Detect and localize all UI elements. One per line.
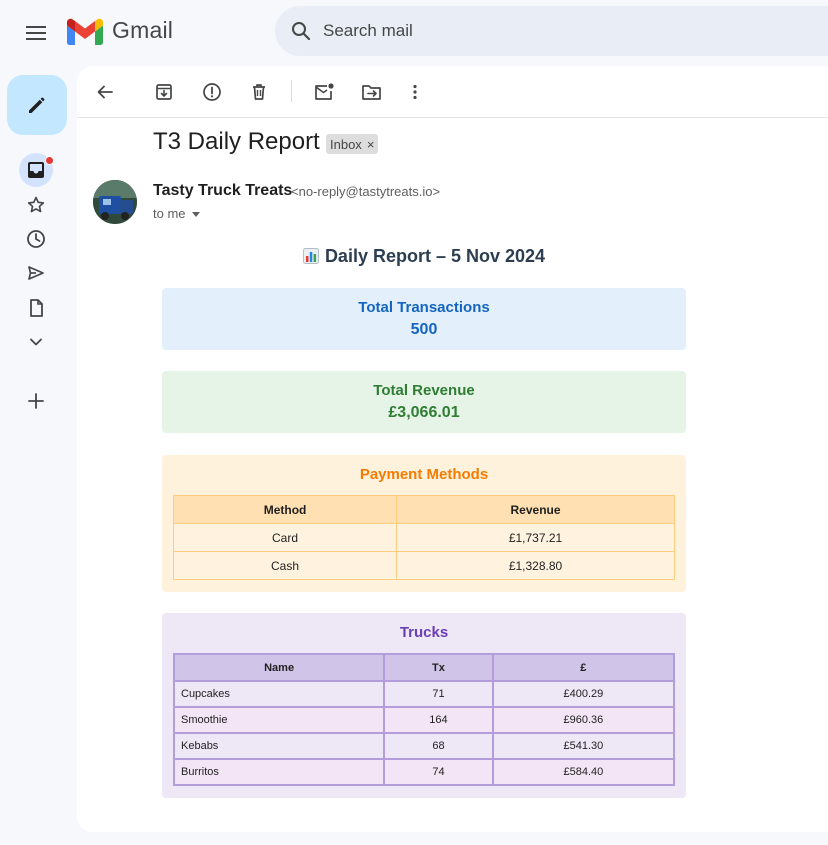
truck-revenue-cell: £960.36 xyxy=(491,706,676,734)
table-header: Revenue xyxy=(396,495,675,524)
truck-revenue-cell: £584.40 xyxy=(491,758,676,786)
total-revenue-label: Total Revenue xyxy=(373,382,475,399)
more-options-button[interactable] xyxy=(403,80,427,104)
inbox-label-chip[interactable]: Inbox × xyxy=(326,134,379,154)
email-subject: T3 Daily Report xyxy=(153,128,320,155)
email-toolbar xyxy=(77,66,828,118)
chevron-down-icon xyxy=(30,338,42,346)
unread-dot-badge xyxy=(45,156,54,165)
report-spam-button[interactable] xyxy=(200,80,224,104)
sender-email: <no-reply@tastytreats.io> xyxy=(291,184,441,199)
truck-name-cell: Burritos xyxy=(172,758,386,786)
trucks-title: Trucks xyxy=(399,624,449,641)
back-button[interactable] xyxy=(93,80,117,104)
table-row: Smoothie 164 £960.36 xyxy=(172,706,676,734)
draft-file-icon xyxy=(30,299,43,317)
compose-button[interactable] xyxy=(7,75,67,135)
truck-name-cell: Kebabs xyxy=(172,732,386,760)
payment-revenue-cell: £1,737.21 xyxy=(396,523,675,552)
plus-icon xyxy=(28,393,44,409)
trash-icon xyxy=(253,84,265,100)
truck-tx-cell: 71 xyxy=(383,680,494,708)
total-transactions-value: 500 xyxy=(410,321,438,338)
total-revenue-value: £3,066.01 xyxy=(388,404,460,421)
total-revenue-card: Total Revenue £3,066.01 xyxy=(162,371,686,433)
payment-methods-section: Payment Methods Method Revenue Card £1,7… xyxy=(162,455,686,592)
caret-down-icon xyxy=(191,212,200,218)
clock-icon xyxy=(27,230,45,248)
truck-tx-cell: 68 xyxy=(383,732,494,760)
report-title-text: Daily Report – 5 Nov 2024 xyxy=(324,246,546,266)
send-icon xyxy=(28,266,44,280)
truck-revenue-cell: £541.30 xyxy=(491,732,676,760)
recipient-text: to me xyxy=(153,206,186,221)
move-folder-icon xyxy=(362,85,381,100)
truck-tx-cell: 74 xyxy=(383,758,494,786)
arrow-back-icon xyxy=(97,85,113,99)
star-icon xyxy=(27,196,45,213)
table-header: £ xyxy=(491,653,676,682)
total-transactions-card: Total Transactions 500 xyxy=(162,288,686,350)
pencil-icon xyxy=(29,97,45,113)
create-label-button[interactable] xyxy=(24,389,48,413)
more-vert-icon xyxy=(413,84,417,100)
table-row: Cash £1,328.80 xyxy=(172,551,675,580)
move-to-button[interactable] xyxy=(360,80,384,104)
remove-label-icon[interactable]: × xyxy=(367,137,375,152)
search-bar[interactable] xyxy=(275,6,828,56)
label-chip-text: Inbox xyxy=(330,136,362,152)
archive-icon xyxy=(156,84,172,100)
report-title: Daily Report – 5 Nov 2024 xyxy=(77,246,771,267)
payment-method-cell: Cash xyxy=(172,551,398,580)
table-header: Tx xyxy=(383,653,494,682)
payment-methods-table: Method Revenue Card £1,737.21 Cash £1,32… xyxy=(172,495,675,580)
starred-nav-button[interactable] xyxy=(24,193,48,217)
snoozed-nav-button[interactable] xyxy=(24,227,48,251)
app-name: Gmail xyxy=(112,17,174,43)
payment-revenue-cell: £1,328.80 xyxy=(396,551,675,580)
mark-unread-icon xyxy=(315,83,334,100)
top-bar: Gmail xyxy=(0,0,828,64)
truck-name-cell: Cupcakes xyxy=(172,680,386,708)
main-menu-icon[interactable] xyxy=(24,22,48,42)
drafts-nav-button[interactable] xyxy=(24,296,48,320)
table-header: Name xyxy=(172,653,386,682)
table-row: Cupcakes 71 £400.29 xyxy=(172,680,676,708)
truck-tx-cell: 164 xyxy=(383,706,494,734)
payment-method-cell: Card xyxy=(172,523,398,552)
payment-methods-title: Payment Methods xyxy=(359,466,489,483)
sender-avatar[interactable] xyxy=(93,180,137,224)
truck-revenue-cell: £400.29 xyxy=(491,680,676,708)
table-row: Card £1,737.21 xyxy=(172,523,675,552)
trucks-table: Name Tx £ Cupcakes 71 £400.29 Smoothie 1… xyxy=(172,653,676,786)
trucks-section: Trucks Name Tx £ Cupcakes 71 £400.29 Smo… xyxy=(162,613,686,798)
archive-button[interactable] xyxy=(152,80,176,104)
inbox-icon xyxy=(28,162,44,178)
sent-nav-button[interactable] xyxy=(24,261,48,285)
email-view-panel: T3 Daily Report Inbox × Tasty Truck Trea… xyxy=(77,66,828,832)
alert-circle-icon xyxy=(203,83,221,101)
delete-button[interactable] xyxy=(247,80,271,104)
gmail-logo-icon[interactable] xyxy=(67,18,103,45)
mark-unread-button[interactable] xyxy=(312,80,336,104)
table-row: Kebabs 68 £541.30 xyxy=(172,732,676,760)
search-icon[interactable] xyxy=(291,21,311,41)
total-transactions-label: Total Transactions xyxy=(358,299,490,316)
sender-name: Tasty Truck Treats xyxy=(153,182,293,199)
more-nav-button[interactable] xyxy=(24,330,48,354)
bar-chart-icon xyxy=(302,248,319,264)
truck-name-cell: Smoothie xyxy=(172,706,386,734)
table-header: Method xyxy=(172,495,398,524)
recipient-details-toggle[interactable]: to me xyxy=(153,206,200,221)
table-row: Burritos 74 £584.40 xyxy=(172,758,676,786)
search-input[interactable] xyxy=(323,18,623,44)
avatar-photo-icon xyxy=(93,180,137,224)
toolbar-divider xyxy=(291,80,292,102)
